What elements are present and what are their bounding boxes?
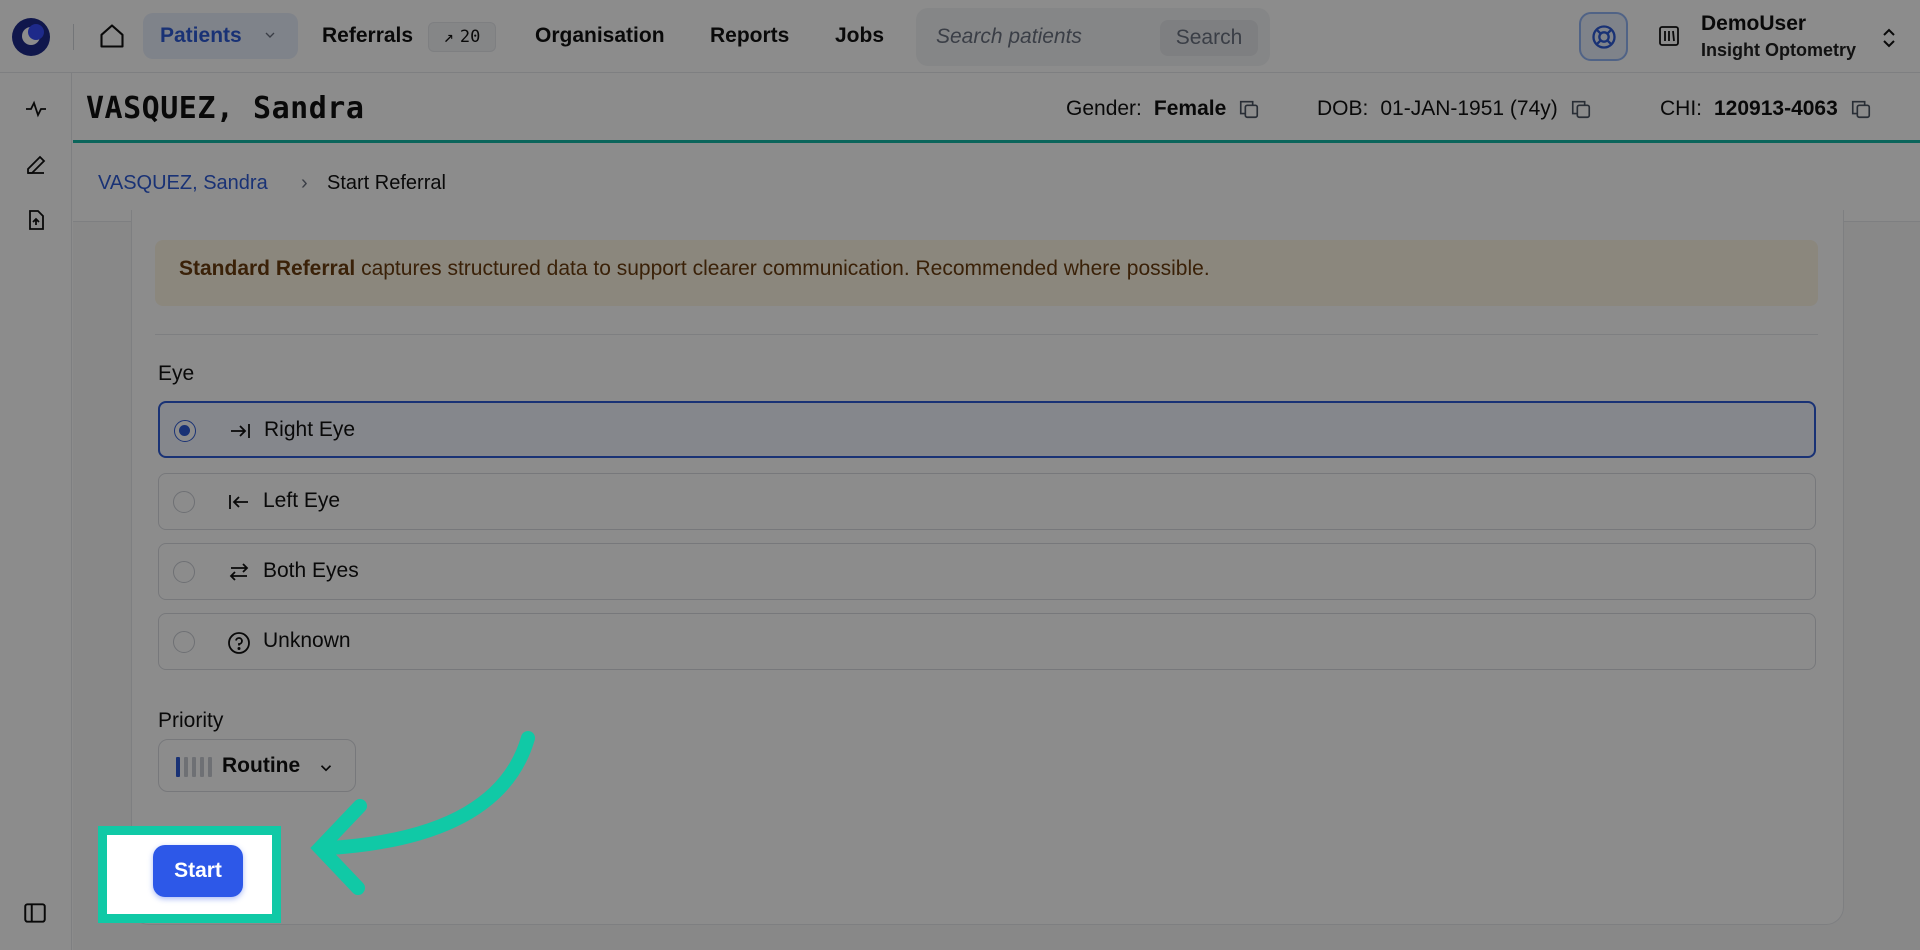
start-button[interactable]: Start xyxy=(153,845,243,897)
dim-overlay xyxy=(0,0,1920,950)
start-button-highlight: Start xyxy=(98,826,281,923)
pointer-arrow-icon xyxy=(310,731,535,895)
